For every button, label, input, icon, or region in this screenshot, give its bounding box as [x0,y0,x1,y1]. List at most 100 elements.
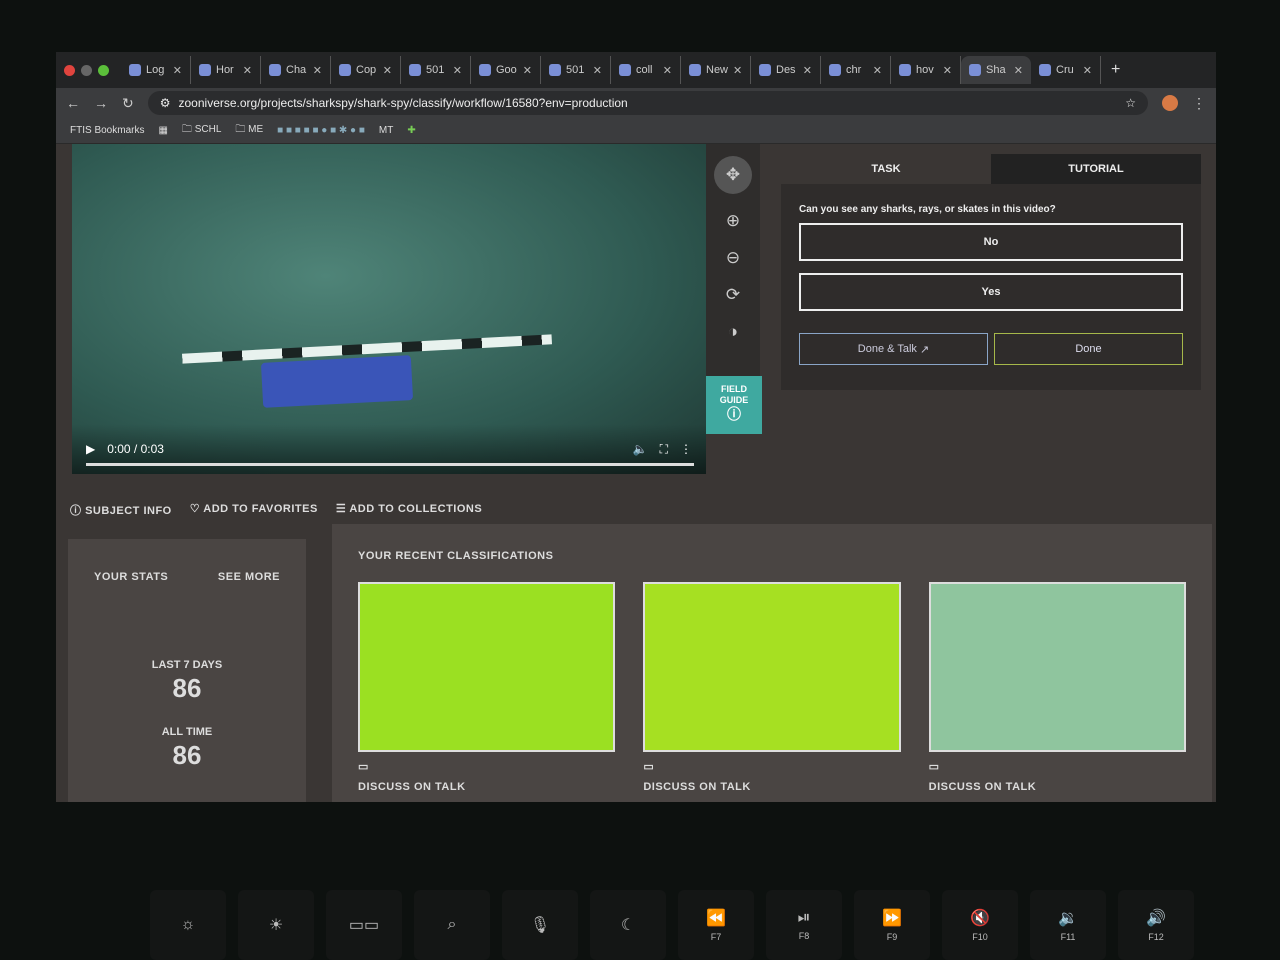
recent-item[interactable]: ▭ DISCUSS ON TALK [358,582,616,793]
keyboard-function-row: ☼ ☀ ▭▭ ⌕ 🎙 ☾ ⏪ F7 ⏯ F8 ⏩ F9 🔇 F10 🔉 F11 🔊 F12 [150,890,1210,960]
browser-tab[interactable]: coll ✕ [611,56,681,84]
browser-tab[interactable]: hov ✕ [891,56,961,84]
done-and-talk-button[interactable]: Done & Talk ↗ [799,333,988,365]
close-tab-icon[interactable]: ✕ [243,64,252,77]
close-tab-icon[interactable]: ✕ [523,64,532,77]
close-tab-icon[interactable]: ✕ [1014,64,1023,77]
discuss-link[interactable]: ▭ DISCUSS ON TALK [929,760,1186,793]
browser-tab[interactable]: Cop ✕ [331,56,401,84]
key-label: F8 [798,931,810,941]
key-label: F10 [972,932,988,942]
bookmark-icons[interactable]: ■ ■ ■ ■ ■ ● ■ ✱ ● ■ [277,125,365,136]
browser-tab[interactable]: Goo ✕ [471,56,541,84]
browser-tab[interactable]: New ✕ [681,56,751,84]
done-button[interactable]: Done [994,333,1183,365]
thumbnail[interactable] [643,582,901,752]
browser-tab[interactable]: 501 ✕ [541,56,611,84]
browser-tab[interactable]: Sha ✕ [961,56,1031,84]
menu-icon[interactable]: ⋮ [1192,95,1206,112]
forward-icon[interactable]: → [94,95,108,111]
mission-control-key[interactable]: ▭▭ [326,890,402,960]
move-icon[interactable]: ✥ [714,156,752,194]
fullscreen-icon[interactable]: ⛶ [660,442,668,457]
subject-info-link[interactable]: ⓘ SUBJECT INFO [70,502,172,518]
brightness-down-key[interactable]: ☼ [150,890,226,960]
new-tab-button[interactable]: + [1111,61,1120,79]
close-tab-icon[interactable]: ✕ [173,64,182,77]
favicon-icon [829,64,841,76]
volume-icon[interactable]: 🔈 [633,442,648,456]
discuss-link[interactable]: ▭ DISCUSS ON TALK [358,760,615,793]
stat-value: 86 [172,673,202,703]
apps-icon[interactable]: ▦ [158,125,167,136]
volume-up-key[interactable]: 🔊 F12 [1118,890,1194,960]
favicon-icon [339,64,351,76]
close-tab-icon[interactable]: ✕ [803,64,812,77]
close-tab-icon[interactable]: ✕ [453,64,462,77]
more-icon[interactable]: ⋮ [680,442,692,456]
browser-tab[interactable]: Hor ✕ [191,56,261,84]
back-icon[interactable]: ← [66,95,80,111]
bookmark-plus[interactable]: ✚ [407,125,415,136]
profile-avatar[interactable] [1162,95,1178,111]
page-content: ▶ 0:00 / 0:03 🔈 ⛶ ⋮ ✥ ⊕ ⊖ ⟳ ◑ FIELD GUID… [56,144,1216,802]
stat-all-time: ALL TIME 86 [94,726,280,771]
reload-icon[interactable]: ↻ [122,95,134,112]
play-icon[interactable]: ▶ [86,442,95,456]
recent-item[interactable]: ▭ DISCUSS ON TALK [928,582,1186,793]
close-tab-icon[interactable]: ✕ [663,64,672,77]
discuss-link[interactable]: ▭ DISCUSS ON TALK [643,760,900,793]
window-controls[interactable] [64,64,109,76]
brightness-up-key[interactable]: ☀ [238,890,314,960]
close-tab-icon[interactable]: ✕ [733,64,742,77]
tab-task[interactable]: TASK [781,154,991,184]
play-pause-key[interactable]: ⏯ F8 [766,890,842,960]
field-guide-button[interactable]: FIELD GUIDE ⓘ [706,376,762,434]
address-bar[interactable]: ⚙ zooniverse.org/projects/sharkspy/shark-… [147,91,1148,115]
mute-key[interactable]: 🔇 F10 [942,890,1018,960]
tab-tutorial[interactable]: TUTORIAL [991,154,1201,184]
bookmark-star-icon[interactable]: ☆ [1125,96,1136,110]
close-tab-icon[interactable]: ✕ [873,64,882,77]
subject-video[interactable]: ▶ 0:00 / 0:03 🔈 ⛶ ⋮ [72,144,706,474]
volume-down-key[interactable]: 🔉 F11 [1030,890,1106,960]
zoom-out-icon[interactable]: ⊖ [726,248,740,268]
browser-tab[interactable]: Log ✕ [121,56,191,84]
bookmark-me[interactable]: 🗀 ME [235,122,263,139]
browser-tab[interactable]: Cru ✕ [1031,56,1101,84]
browser-tab[interactable]: chr ✕ [821,56,891,84]
bookmark-schl[interactable]: 🗀 SCHL [182,122,221,139]
close-tab-icon[interactable]: ✕ [593,64,602,77]
video-progress-bar[interactable] [86,463,694,466]
recent-item[interactable]: ▭ DISCUSS ON TALK [643,582,901,793]
bookmark-ftis[interactable]: FTIS Bookmarks [70,125,144,136]
rotate-icon[interactable]: ⟳ [726,285,740,305]
add-favorites-link[interactable]: ♡ ADD TO FAVORITES [190,502,318,518]
forward-key[interactable]: ⏩ F9 [854,890,930,960]
zoom-in-icon[interactable]: ⊕ [726,211,740,231]
answer-no[interactable]: No [799,223,1183,261]
browser-tab[interactable]: Des ✕ [751,56,821,84]
invert-icon[interactable]: ◑ [728,322,738,342]
rewind-key[interactable]: ⏪ F7 [678,890,754,960]
thumbnail[interactable] [358,582,616,752]
laptop-screen: Log ✕ Hor ✕ Cha ✕ Cop ✕ 501 ✕ Goo ✕ 501 ✕ coll ✕ New ✕ Des… [56,52,1216,802]
favicon-icon [759,64,771,76]
favicon-icon [969,64,981,76]
mic-key[interactable]: 🎙 [502,890,578,960]
add-collections-link[interactable]: ☰ ADD TO COLLECTIONS [336,502,482,518]
site-settings-icon[interactable]: ⚙ [160,96,171,110]
browser-tab[interactable]: 501 ✕ [401,56,471,84]
search-key[interactable]: ⌕ [414,890,490,960]
dnd-key[interactable]: ☾ [590,890,666,960]
close-tab-icon[interactable]: ✕ [313,64,322,77]
stat-value: 86 [172,740,202,770]
close-tab-icon[interactable]: ✕ [1083,64,1092,77]
close-tab-icon[interactable]: ✕ [383,64,392,77]
see-more-link[interactable]: SEE MORE [218,571,280,583]
thumbnail[interactable] [928,582,1186,752]
browser-tab[interactable]: Cha ✕ [261,56,331,84]
close-tab-icon[interactable]: ✕ [943,64,952,77]
bookmark-mt[interactable]: MT [379,125,393,136]
answer-yes[interactable]: Yes [799,273,1183,311]
